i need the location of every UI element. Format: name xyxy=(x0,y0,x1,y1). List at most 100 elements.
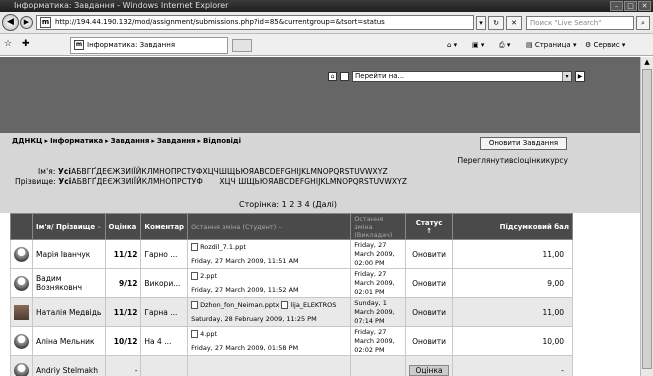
jump-select-value: Перейти на... xyxy=(355,72,405,80)
firstname-filter-all[interactable]: Усі xyxy=(58,167,71,176)
jump-select[interactable]: Перейти на... ▾ xyxy=(352,71,572,82)
file-link[interactable]: 2.ppt xyxy=(191,271,347,280)
header-final[interactable]: Підсумковий бал xyxy=(451,213,574,240)
student-date: Saturday, 28 February 2009, 11:25 PM xyxy=(191,314,317,323)
new-tab-button[interactable] xyxy=(232,39,252,52)
breadcrumb-separator: ▸ xyxy=(44,137,49,145)
stop-icon[interactable]: ✕ xyxy=(506,16,522,30)
update-link[interactable]: Оновити xyxy=(405,326,453,356)
avatar[interactable] xyxy=(14,333,29,349)
update-link[interactable]: Оновити xyxy=(405,297,453,327)
file-link[interactable]: Dzhon_fon_Neiman.pptx lija_ELEKTROS xyxy=(191,300,347,309)
page-link[interactable]: 2 xyxy=(289,200,294,209)
student-name[interactable]: Марія Іванчук xyxy=(32,239,106,269)
file-name: 2.ppt xyxy=(200,271,218,280)
final-grade: - xyxy=(451,355,574,376)
tools-menu-label: Сервис xyxy=(593,41,620,49)
address-dropdown-icon[interactable]: ▾ xyxy=(476,16,486,30)
breadcrumb-separator: ▸ xyxy=(151,137,155,145)
avatar[interactable] xyxy=(14,275,29,291)
address-text: http://194.44.190.132/mod/assignment/sub… xyxy=(55,18,385,26)
firstname-filter-letters[interactable]: АБВГҐДЕЄЖЗИІЇЙКЛМНОПРСТУФХЦЧШЩЬЮЯABCDEFG… xyxy=(71,167,388,176)
avatar[interactable] xyxy=(14,304,29,320)
header-grade[interactable]: Оцінка xyxy=(104,213,142,240)
submissions-table: Ім'я/ Прізвище – Оцінка Коментар Остання… xyxy=(10,213,574,376)
file-link[interactable]: 4.ppt xyxy=(191,329,347,338)
grade-button[interactable]: Оцінка xyxy=(409,364,449,376)
teacher-date xyxy=(350,355,407,376)
page-link[interactable]: 1 xyxy=(282,200,287,209)
address-input[interactable]: m http://194.44.190.132/mod/assignment/s… xyxy=(36,15,474,30)
lastname-filter-letters[interactable]: АБВГҐДЕЄЖЗИІЇЙКЛМНОПРСТУФ xyxy=(71,177,202,186)
avatar[interactable] xyxy=(14,246,29,262)
sort-up-icon: ↑ xyxy=(426,226,432,235)
next-page-link[interactable]: (Далі) xyxy=(312,200,337,209)
breadcrumb-item[interactable]: Інформатика xyxy=(50,137,103,145)
student-submission-cell: Dzhon_fon_Neiman.pptx lija_ELEKTROS Satur… xyxy=(187,297,352,327)
update-link[interactable]: Оновити xyxy=(405,268,453,298)
jump-go-button[interactable]: ▶ xyxy=(575,71,585,82)
maximize-button[interactable]: □ xyxy=(624,1,637,11)
forward-icon[interactable]: ▶ xyxy=(20,16,33,29)
grade-cell: 11/12 xyxy=(104,239,142,269)
feeds-icon[interactable]: ▣ ▾ xyxy=(472,39,484,51)
grade-max: /12 xyxy=(124,249,138,259)
add-favorite-icon[interactable]: ✚ xyxy=(22,39,30,49)
search-icon[interactable]: ⌕ xyxy=(636,16,650,30)
header-last-student[interactable]: Остання зміна (Студент) – xyxy=(187,213,352,240)
file-icon xyxy=(191,242,199,251)
view-all-grades-link[interactable]: Переглянутивсіоцінкикурсу xyxy=(458,156,568,165)
tools-menu[interactable]: ⚙ Сервис ▾ xyxy=(585,39,625,51)
page-menu[interactable]: ▤ Страница ▾ xyxy=(526,39,576,51)
file-name: Dzhon_fon_Neiman.pptx xyxy=(200,300,280,309)
breadcrumb-item[interactable]: Завдання xyxy=(111,137,150,145)
blank-icon xyxy=(340,72,349,81)
teacher-date: Friday, 27 March 2009, 02:01 PM xyxy=(350,268,407,298)
avatar[interactable] xyxy=(14,362,29,376)
search-input[interactable]: Поиск "Live Search" xyxy=(526,16,634,30)
home-icon[interactable]: ⌂ ▾ xyxy=(447,39,457,51)
firstname-filter-label: Ім'я: xyxy=(38,167,56,176)
lastname-filter-letters-2[interactable]: ХЦЧ ШЩЬЮЯABCDEFGHIJKLMNOPQRSTUVWXYZ xyxy=(219,177,407,186)
breadcrumb-item[interactable]: Завдання xyxy=(157,137,196,145)
header-name[interactable]: Ім'я/ Прізвище – xyxy=(32,213,106,240)
scroll-up-icon[interactable]: ▲ xyxy=(642,58,652,67)
grade-value: 11 xyxy=(113,307,125,317)
lastname-filter-all[interactable]: Усі xyxy=(58,177,71,186)
print-icon[interactable]: ⎙ ▾ xyxy=(499,39,510,51)
tab-active[interactable]: m Інформатика: Завдання xyxy=(70,37,228,54)
grade-value: 11 xyxy=(113,249,125,259)
teacher-date: Friday, 27 March 2009, 02:00 PM xyxy=(350,239,407,269)
grade-value: 10 xyxy=(113,336,125,346)
update-assignment-button[interactable]: Оновити Завдання xyxy=(480,137,567,150)
vertical-scrollbar[interactable]: ▲ xyxy=(640,57,653,376)
header-status[interactable]: Статус ↑ xyxy=(405,213,453,240)
page-link[interactable]: 4 xyxy=(305,200,310,209)
grade-cell: - xyxy=(104,355,142,376)
header-last-teacher[interactable]: Остання зміна (Викладач) xyxy=(350,213,407,240)
favorites-star-icon[interactable]: ☆ xyxy=(4,39,12,49)
file-icon xyxy=(191,300,199,309)
header-comment[interactable]: Коментар xyxy=(140,213,189,240)
back-icon[interactable]: ◀ xyxy=(2,14,19,31)
final-grade: 9,00 xyxy=(451,268,574,298)
close-window-button[interactable]: ✕ xyxy=(638,1,651,11)
window-title: Інформатика: Завдання - Windows Internet… xyxy=(14,1,229,10)
student-name[interactable]: Наталія Медвідь xyxy=(32,297,106,327)
scrollbar-thumb[interactable] xyxy=(642,69,652,369)
file-icon xyxy=(191,271,199,280)
student-name[interactable]: Вадим Возняковнч xyxy=(32,268,106,298)
minimize-button[interactable]: – xyxy=(610,1,623,11)
page-link[interactable]: 3 xyxy=(297,200,302,209)
file-link[interactable]: Rozdil_7.1.ppt xyxy=(191,242,347,251)
update-link[interactable]: Оновити xyxy=(405,239,453,269)
window-controls: – □ ✕ xyxy=(610,1,651,11)
grade-cell-action: Оцінка xyxy=(405,355,453,376)
student-name[interactable]: Andriy Stelmakh xyxy=(32,355,106,376)
refresh-icon[interactable]: ↻ xyxy=(488,16,504,30)
chevron-down-icon: ▾ xyxy=(562,72,571,81)
navigation-band: ДДНКЦ ▸ Інформатика ▸ Завдання ▸ Завдання ▸ Відп… xyxy=(0,133,640,213)
student-name[interactable]: Аліна Мельник xyxy=(32,326,106,356)
grade-cell: 9/12 xyxy=(104,268,142,298)
breadcrumb-item[interactable]: ДДНКЦ xyxy=(12,137,43,145)
